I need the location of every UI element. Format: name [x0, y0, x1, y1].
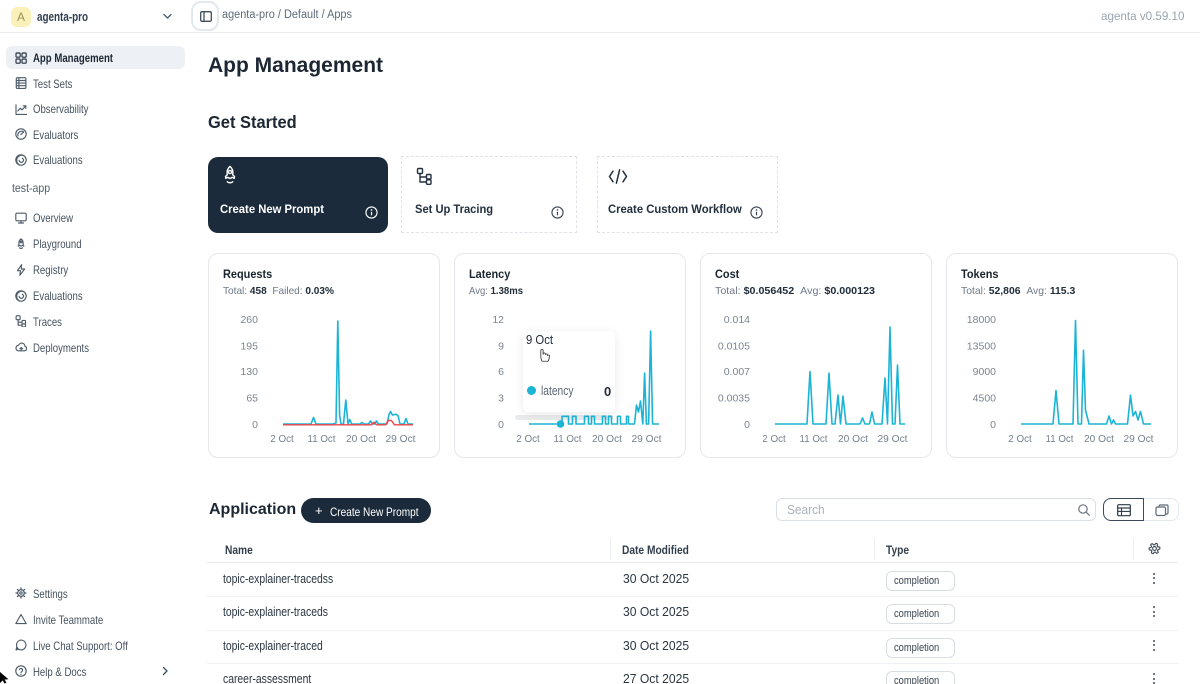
svg-text:20 Oct: 20 Oct [838, 433, 868, 445]
svg-text:11 Oct: 11 Oct [308, 433, 336, 445]
svg-text:0: 0 [252, 419, 258, 431]
svg-text:260: 260 [240, 314, 258, 326]
svg-text:65: 65 [246, 393, 258, 405]
svg-text:20 Oct: 20 Oct [1084, 433, 1114, 445]
svg-text:11 Oct: 11 Oct [554, 433, 582, 445]
svg-text:0.0105: 0.0105 [718, 341, 750, 353]
svg-text:20 Oct: 20 Oct [592, 433, 622, 445]
svg-text:18000: 18000 [967, 314, 996, 326]
svg-text:13500: 13500 [967, 341, 996, 353]
svg-text:12: 12 [492, 314, 504, 326]
svg-text:11 Oct: 11 Oct [1046, 433, 1074, 445]
svg-text:29 Oct: 29 Oct [1124, 433, 1154, 445]
svg-text:20 Oct: 20 Oct [346, 433, 376, 445]
svg-text:29 Oct: 29 Oct [632, 433, 662, 445]
svg-text:4500: 4500 [973, 393, 997, 405]
svg-text:9000: 9000 [973, 366, 997, 378]
svg-text:2 Oct: 2 Oct [516, 433, 540, 445]
svg-text:6: 6 [498, 366, 504, 378]
svg-text:0: 0 [744, 419, 750, 431]
svg-text:3: 3 [498, 393, 504, 405]
svg-text:9: 9 [498, 341, 504, 353]
svg-text:0.007: 0.007 [724, 366, 750, 378]
svg-text:0: 0 [990, 419, 996, 431]
svg-text:0.014: 0.014 [724, 314, 750, 326]
svg-text:0.0035: 0.0035 [718, 393, 750, 405]
svg-text:2 Oct: 2 Oct [762, 433, 786, 445]
svg-text:29 Oct: 29 Oct [386, 433, 416, 445]
svg-text:2 Oct: 2 Oct [270, 433, 294, 445]
svg-text:29 Oct: 29 Oct [878, 433, 908, 445]
svg-text:195: 195 [240, 341, 258, 353]
svg-text:130: 130 [240, 366, 258, 378]
svg-text:0: 0 [498, 419, 504, 431]
svg-text:11 Oct: 11 Oct [800, 433, 828, 445]
svg-text:2 Oct: 2 Oct [1008, 433, 1032, 445]
